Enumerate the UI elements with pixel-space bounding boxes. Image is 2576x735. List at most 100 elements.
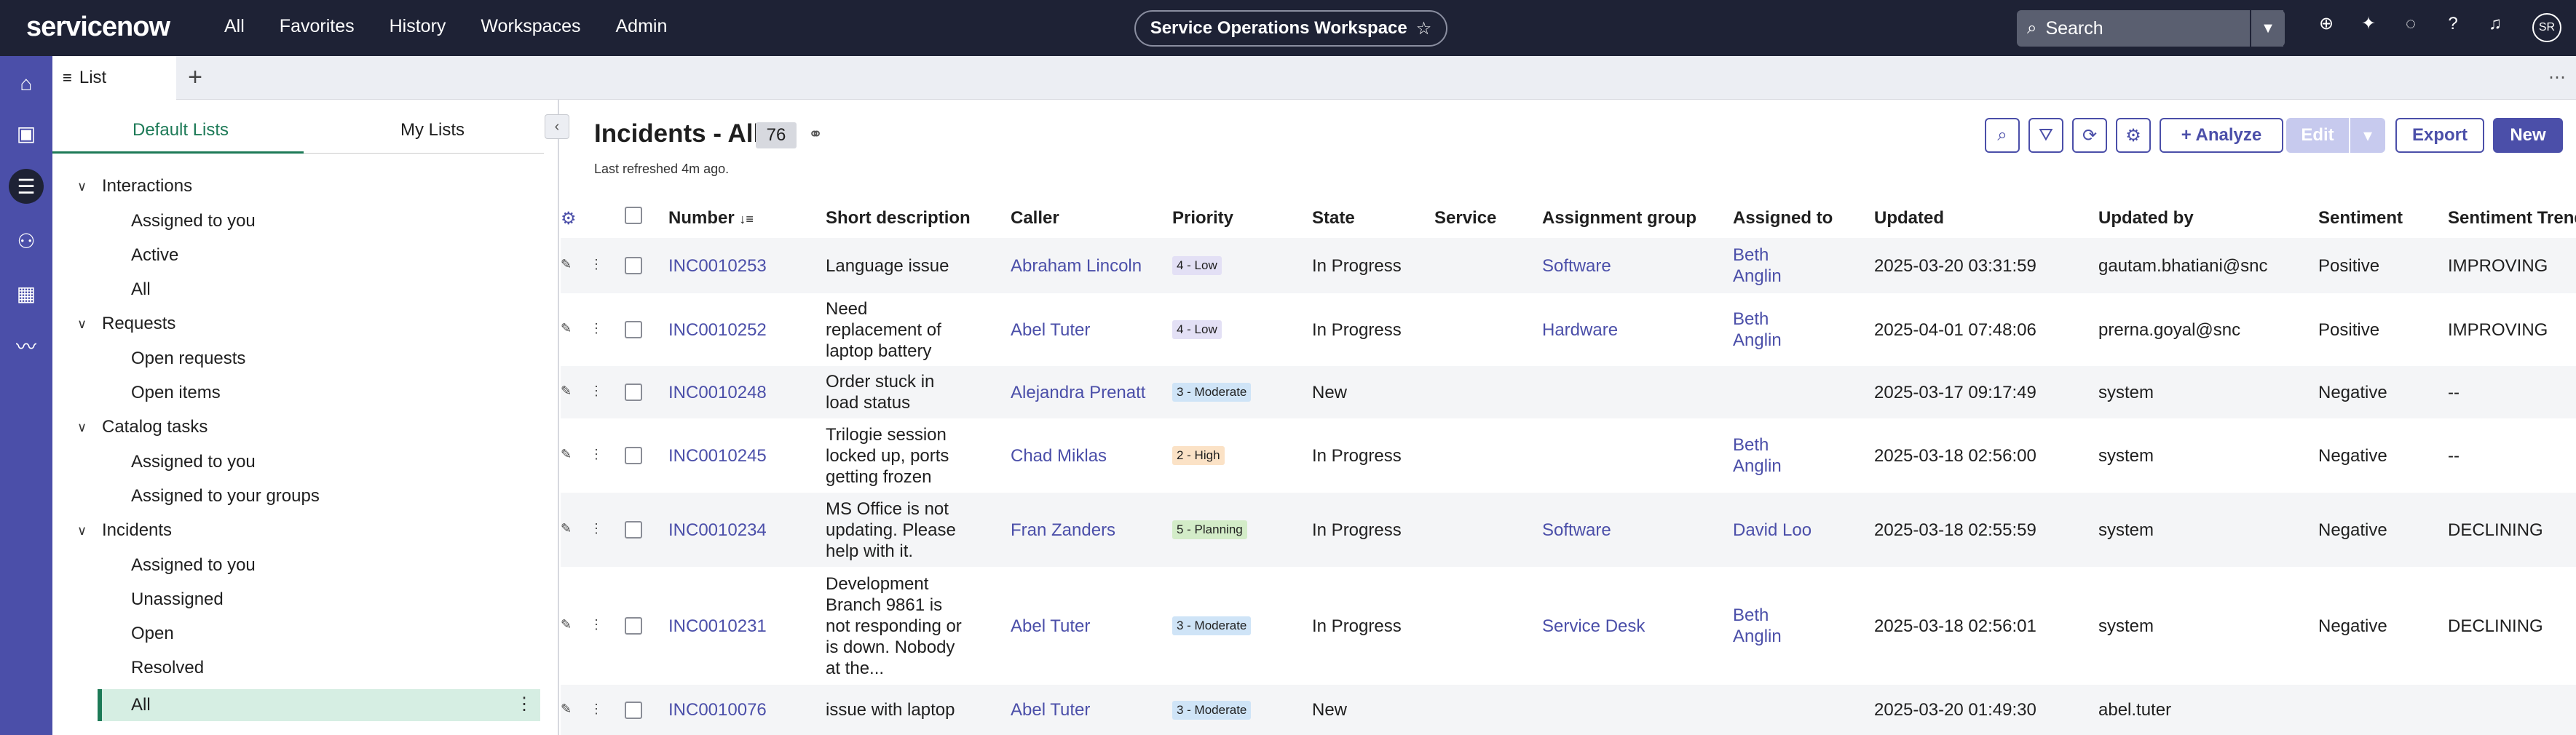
col-state[interactable]: State xyxy=(1312,208,1355,229)
analyze-button[interactable]: + Analyze xyxy=(2160,118,2283,153)
edit-icon[interactable]: ✎ xyxy=(561,321,572,336)
row-kebab-icon[interactable]: ⋮ xyxy=(590,617,603,632)
row-kebab-icon[interactable]: ⋮ xyxy=(590,384,603,399)
row-checkbox[interactable] xyxy=(625,447,642,464)
edit-button[interactable]: Edit xyxy=(2286,118,2349,153)
row-kebab-icon[interactable]: ⋮ xyxy=(590,521,603,536)
sparkle-icon[interactable]: ✦ xyxy=(2347,13,2390,34)
assignment-group-link[interactable]: Hardware xyxy=(1542,293,1717,366)
col-sentiment-trend[interactable]: Sentiment Trend xyxy=(2448,208,2576,229)
table-row[interactable]: ✎ ⋮ INC0010234 MS Office is not updating. P… xyxy=(561,493,2576,567)
col-assignment-group[interactable]: Assignment group xyxy=(1542,208,1696,229)
row-kebab-icon[interactable]: ⋮ xyxy=(590,447,603,462)
list-item[interactable]: Assigned to you xyxy=(131,452,256,472)
table-row[interactable]: ✎ ⋮ INC0010245 Trilogie session locked up, … xyxy=(561,418,2576,493)
export-button[interactable]: Export xyxy=(2395,118,2484,153)
caller-link[interactable]: Alejandra Prenatt xyxy=(1011,366,1149,418)
row-kebab-icon[interactable]: ⋮ xyxy=(590,257,603,272)
tab-list[interactable]: ≡ List xyxy=(52,56,176,100)
workspace-pill[interactable]: Service Operations Workspace ☆ xyxy=(1134,10,1447,47)
assigned-to-link[interactable] xyxy=(1733,366,1820,418)
assigned-to-link[interactable]: Beth Anglin xyxy=(1733,238,1820,293)
col-service[interactable]: Service xyxy=(1434,208,1496,229)
assigned-to-link[interactable]: Beth Anglin xyxy=(1733,567,1820,685)
group-requests[interactable]: ∨ Requests xyxy=(77,314,175,334)
search-input[interactable]: ⌕ Search xyxy=(2017,10,2283,47)
assignment-group-link[interactable] xyxy=(1542,685,1717,735)
nav-workspaces[interactable]: Workspaces xyxy=(481,16,580,37)
table-row[interactable]: ✎ ⋮ INC0010231 Development Branch 9861 is n… xyxy=(561,567,2576,685)
list-item[interactable]: Unassigned xyxy=(131,589,224,610)
list-item[interactable]: Open items xyxy=(131,383,221,403)
incident-number-link[interactable]: INC0010245 xyxy=(668,418,814,493)
col-number[interactable]: Number ↓≡ xyxy=(668,208,754,229)
new-button[interactable]: New xyxy=(2493,118,2563,153)
row-checkbox[interactable] xyxy=(625,257,642,274)
edit-icon[interactable]: ✎ xyxy=(561,617,572,632)
list-item[interactable]: All xyxy=(131,279,151,300)
list-item[interactable]: Assigned to you xyxy=(131,211,256,231)
col-priority[interactable]: Priority xyxy=(1172,208,1233,229)
nav-favorites[interactable]: Favorites xyxy=(280,16,355,37)
tab-default-lists[interactable]: Default Lists xyxy=(133,120,229,140)
tab-my-lists[interactable]: My Lists xyxy=(400,120,465,140)
list-item[interactable]: Open xyxy=(131,624,174,644)
assignment-group-link[interactable] xyxy=(1542,418,1717,493)
col-assigned-to[interactable]: Assigned to xyxy=(1733,208,1833,229)
row-checkbox[interactable] xyxy=(625,521,642,539)
servicenow-logo[interactable]: servicenow xyxy=(26,12,170,43)
refresh-button[interactable]: ⟳ xyxy=(2072,118,2107,153)
row-kebab-icon[interactable]: ⋮ xyxy=(590,702,603,717)
list-item[interactable]: Resolved xyxy=(131,658,204,678)
nav-history[interactable]: History xyxy=(390,16,446,37)
list-item[interactable]: Open requests xyxy=(131,349,245,369)
assignment-group-link[interactable]: Software xyxy=(1542,238,1717,293)
home-icon[interactable]: ⌂ xyxy=(9,66,44,101)
list-item[interactable]: Active xyxy=(131,245,178,266)
star-icon[interactable]: ☆ xyxy=(1416,18,1432,39)
caller-link[interactable]: Chad Miklas xyxy=(1011,418,1149,493)
group-catalog-tasks[interactable]: ∨ Catalog tasks xyxy=(77,417,208,437)
row-checkbox[interactable] xyxy=(625,617,642,635)
col-sentiment[interactable]: Sentiment xyxy=(2318,208,2403,229)
group-interactions[interactable]: ∨ Interactions xyxy=(77,176,192,196)
incident-number-link[interactable]: INC0010234 xyxy=(668,493,814,567)
caller-link[interactable]: Abraham Lincoln xyxy=(1011,238,1149,293)
list-item[interactable]: Assigned to your groups xyxy=(131,486,320,506)
bell-icon[interactable]: ♫ xyxy=(2474,14,2516,34)
col-updated-by[interactable]: Updated by xyxy=(2098,208,2194,229)
activity-icon[interactable]: 〰 xyxy=(9,328,44,363)
list-item-selected[interactable]: All xyxy=(131,695,151,715)
group-incidents[interactable]: ∨ Incidents xyxy=(77,520,172,541)
chat-icon[interactable]: ◌ xyxy=(2390,14,2432,34)
row-checkbox[interactable] xyxy=(625,384,642,401)
caller-link[interactable]: Abel Tuter xyxy=(1011,567,1149,685)
assignment-group-link[interactable]: Service Desk xyxy=(1542,567,1717,685)
search-list-button[interactable]: ⌕ xyxy=(1985,118,2020,153)
caller-link[interactable]: Abel Tuter xyxy=(1011,293,1149,366)
edit-icon[interactable]: ✎ xyxy=(561,702,572,717)
row-checkbox[interactable] xyxy=(625,321,642,338)
edit-dropdown-button[interactable]: ▾ xyxy=(2350,118,2385,153)
select-all-checkbox[interactable] xyxy=(625,207,642,224)
caller-link[interactable]: Fran Zanders xyxy=(1011,493,1149,567)
row-checkbox[interactable] xyxy=(625,701,642,719)
col-updated[interactable]: Updated xyxy=(1874,208,1944,229)
add-tab-button[interactable]: + xyxy=(182,64,208,90)
incident-number-link[interactable]: INC0010253 xyxy=(668,238,814,293)
edit-icon[interactable]: ✎ xyxy=(561,257,572,272)
edit-icon[interactable]: ✎ xyxy=(561,447,572,462)
table-row[interactable]: ✎ ⋮ INC0010076 issue with laptop Abel Tuter N… xyxy=(561,685,2576,735)
column-settings-icon[interactable]: ⚙ xyxy=(561,208,577,229)
incident-number-link[interactable]: INC0010076 xyxy=(668,685,814,735)
assigned-to-link[interactable] xyxy=(1733,685,1820,735)
caller-link[interactable]: Abel Tuter xyxy=(1011,685,1149,735)
more-icon[interactable]: ⋯ xyxy=(2548,67,2566,88)
avatar[interactable]: SR xyxy=(2532,13,2561,42)
incident-number-link[interactable]: INC0010231 xyxy=(668,567,814,685)
link-icon[interactable]: ⚭ xyxy=(808,124,823,145)
table-row[interactable]: ✎ ⋮ INC0010248 Order stuck in load status Al… xyxy=(561,366,2576,418)
inbox-icon[interactable]: ▣ xyxy=(9,116,44,151)
list-icon[interactable]: ☰ xyxy=(9,169,44,204)
table-row[interactable]: ✎ ⋮ INC0010253 Language issue Abraham Lincol… xyxy=(561,238,2576,293)
